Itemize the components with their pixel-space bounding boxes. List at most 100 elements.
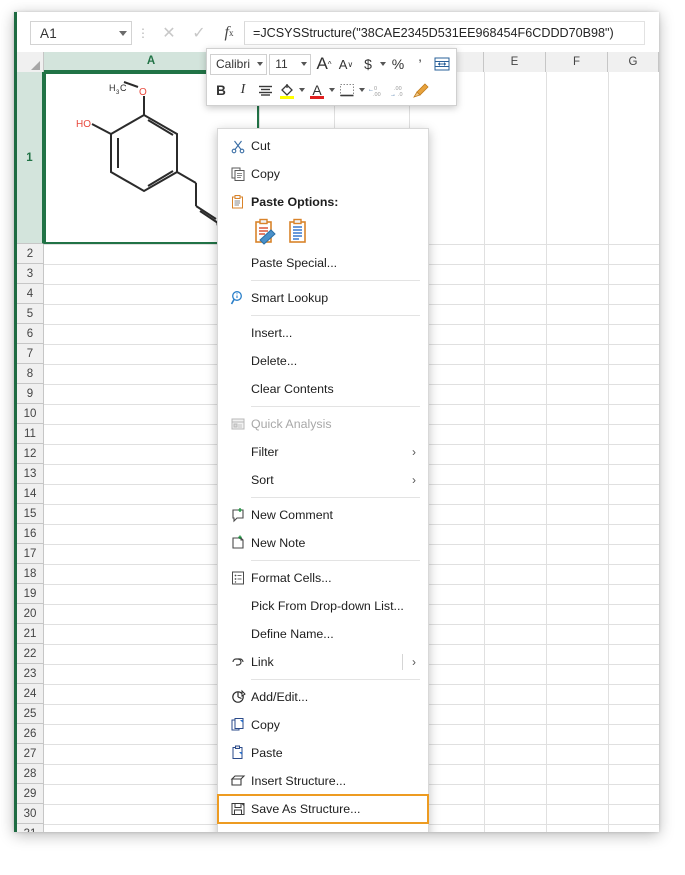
row-header-22[interactable]: 22 [17,644,44,664]
menu-item-pick-from-list[interactable]: Pick From Drop-down List... [218,592,428,620]
row-header-12[interactable]: 12 [17,444,44,464]
chevron-down-icon[interactable] [359,88,365,92]
name-box[interactable]: A1 [30,21,132,45]
font-size-select[interactable]: 11 [269,54,311,75]
menu-item-copy-structure[interactable]: Copy [218,711,428,739]
menu-item-delete[interactable]: Delete... [218,347,428,375]
row-header-5[interactable]: 5 [17,304,44,324]
chevron-down-icon[interactable] [119,31,127,36]
font-name-select[interactable]: Calibri [210,54,267,75]
paste-values-icon[interactable] [285,218,311,245]
row-header-30[interactable]: 30 [17,804,44,824]
row-header-11[interactable]: 11 [17,424,44,444]
menu-item-paste-options[interactable]: Paste Options: [218,188,428,216]
copy-structure-icon [225,715,251,735]
fill-color-icon[interactable] [276,78,298,102]
row-header-14[interactable]: 14 [17,484,44,504]
row-header-20[interactable]: 20 [17,604,44,624]
menu-item-filter[interactable]: Filter› [218,438,428,466]
row-header-2[interactable]: 2 [17,244,44,264]
row-header-6[interactable]: 6 [17,324,44,344]
row-header-29[interactable]: 29 [17,784,44,804]
paste-formatting-icon[interactable] [251,218,277,245]
menu-item-new-comment[interactable]: New Comment [218,501,428,529]
menu-item-convert[interactable]: Convert› [218,823,428,832]
cancel-formula-button[interactable]: ✕ [154,20,184,46]
row-header-1[interactable]: 1 [17,72,44,244]
menu-item-new-note[interactable]: New Note [218,529,428,557]
chevron-down-icon[interactable] [380,62,386,66]
chevron-down-icon[interactable] [257,62,263,66]
menu-item-define-name[interactable]: Define Name... [218,620,428,648]
enter-formula-button[interactable]: ✓ [184,20,214,46]
row-header-9[interactable]: 9 [17,384,44,404]
row-header-7[interactable]: 7 [17,344,44,364]
menu-item-add-edit[interactable]: Add/Edit... [218,683,428,711]
menu-item-copy[interactable]: Copy [218,160,428,188]
menu-item-save-as-structure[interactable]: Save As Structure... [218,795,428,823]
row-header-31[interactable]: 31 [17,824,44,832]
formula-bar-grip[interactable]: ⋮ [132,29,154,38]
italic-button[interactable]: I [232,78,254,102]
select-all-corner[interactable] [17,52,44,72]
row-header-23[interactable]: 23 [17,664,44,684]
chevron-right-icon[interactable]: › [408,830,420,832]
chevron-down-icon[interactable] [329,88,335,92]
menu-item-paste-structure[interactable]: Paste [218,739,428,767]
comma-format-button[interactable]: ’ [409,52,431,76]
row-header-17[interactable]: 17 [17,544,44,564]
menu-item-icon-empty [225,470,251,490]
borders-icon[interactable] [336,78,358,102]
font-color-button[interactable]: A [306,78,328,102]
percent-format-button[interactable]: % [387,52,409,76]
row-header-28[interactable]: 28 [17,764,44,784]
row-header-10[interactable]: 10 [17,404,44,424]
row-header-21[interactable]: 21 [17,624,44,644]
menu-item-insert[interactable]: Insert... [218,319,428,347]
row-header-3[interactable]: 3 [17,264,44,284]
chevron-right-icon[interactable]: › [408,445,420,459]
row-header-4[interactable]: 4 [17,284,44,304]
row-header-24[interactable]: 24 [17,684,44,704]
row-header-15[interactable]: 15 [17,504,44,524]
chevron-right-icon[interactable]: › [408,473,420,487]
chevron-down-icon[interactable] [301,62,307,66]
column-header-G[interactable]: G [608,52,659,72]
wrap-text-icon[interactable] [431,52,453,76]
menu-item-sort[interactable]: Sort› [218,466,428,494]
menu-separator [251,560,420,561]
menu-item-cut[interactable]: Cut [218,132,428,160]
menu-item-label: Copy [251,167,420,181]
decrease-decimal-icon[interactable]: ←0.00 [366,78,388,102]
row-header-25[interactable]: 25 [17,704,44,724]
menu-item-link[interactable]: Link› [218,648,428,676]
menu-item-smart-lookup[interactable]: Smart Lookup [218,284,428,312]
align-icon[interactable] [254,78,276,102]
currency-format-button[interactable]: $ [357,52,379,76]
format-cells-icon [230,570,246,586]
menu-item-icon-empty [225,624,251,644]
row-header-18[interactable]: 18 [17,564,44,584]
grow-font-button[interactable]: A^ [313,52,335,76]
menu-item-format-cells[interactable]: Format Cells... [218,564,428,592]
increase-decimal-icon[interactable]: .00→.0 [388,78,410,102]
row-header-8[interactable]: 8 [17,364,44,384]
chevron-down-icon[interactable] [299,88,305,92]
formula-input[interactable]: =JCSYSStructure("38CAE2345D531EE968454F6… [244,21,645,45]
row-header-27[interactable]: 27 [17,744,44,764]
save-icon [225,799,251,819]
shrink-font-button[interactable]: A∨ [335,52,357,76]
row-header-13[interactable]: 13 [17,464,44,484]
column-header-E[interactable]: E [484,52,546,72]
menu-item-paste-special[interactable]: Paste Special... [218,249,428,277]
row-header-26[interactable]: 26 [17,724,44,744]
row-header-16[interactable]: 16 [17,524,44,544]
insert-function-button[interactable]: fx [214,20,244,46]
menu-item-insert-structure[interactable]: Insert Structure... [218,767,428,795]
row-header-19[interactable]: 19 [17,584,44,604]
chevron-right-icon[interactable]: › [408,655,420,669]
menu-item-clear-contents[interactable]: Clear Contents [218,375,428,403]
format-painter-icon[interactable] [410,78,432,102]
column-header-F[interactable]: F [546,52,608,72]
bold-button[interactable]: B [210,78,232,102]
